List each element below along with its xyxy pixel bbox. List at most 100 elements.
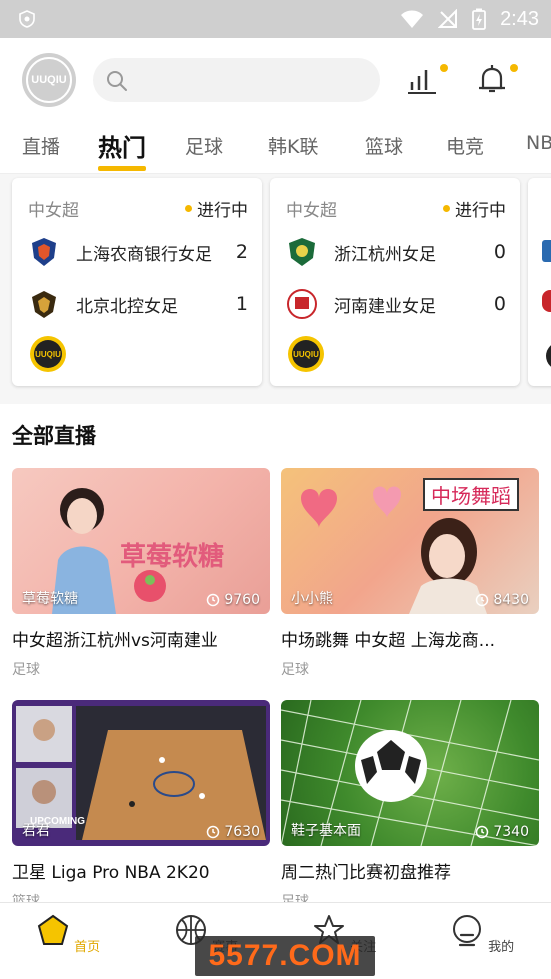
team-crest-icon xyxy=(32,291,56,318)
view-count-value: 9760 xyxy=(224,592,260,608)
nav-label: 首页 xyxy=(74,940,101,955)
logo-text: UUQIU xyxy=(26,57,72,103)
away-team-row: 北京北控女足 1 xyxy=(28,284,248,324)
match-card[interactable]: 中女超 进行中 浙江杭州女足 0 河南建业女足 0 UUQIU xyxy=(270,178,520,386)
team-crest-icon xyxy=(542,290,551,312)
app-badge-icon: UUQIU xyxy=(288,336,324,372)
home-team-score: 2 xyxy=(235,241,248,263)
streamer-name: 小小熊 xyxy=(291,591,333,607)
match-league: 中女超 xyxy=(286,201,337,221)
thumbnail-overlay-text: 草莓软糖 xyxy=(120,542,225,572)
view-count: 9760 xyxy=(206,592,260,608)
stream-category: 足球 xyxy=(281,662,309,678)
section-title: 全部直播 xyxy=(12,424,96,448)
team-crest-icon xyxy=(287,289,317,319)
wifi-icon xyxy=(401,10,424,28)
view-count-value: 8430 xyxy=(493,592,529,608)
app-header: UUQIU xyxy=(0,38,551,120)
match-cards-strip: 中女超 进行中 上海农商银行女足 2 北京北控女足 1 UUQIU 中女超 进行… xyxy=(0,174,551,404)
team-crest-icon xyxy=(542,240,551,262)
tab-football[interactable]: 足球 xyxy=(185,132,223,159)
nav-profile[interactable]: 我的 xyxy=(442,913,522,955)
tab-basketball[interactable]: 篮球 xyxy=(365,132,403,159)
viewers-icon xyxy=(207,825,220,839)
app-badge-icon: UUQIU xyxy=(30,336,66,372)
home-team-row: 上海农商银行女足 2 xyxy=(28,232,248,272)
app-logo[interactable]: UUQIU xyxy=(22,53,76,107)
status-time: 2:43 xyxy=(500,7,539,30)
view-count: 7630 xyxy=(206,824,260,840)
live-stream-card[interactable]: 草莓软糖 草莓软糖 9760 中女超浙江杭州vs河南建业 足球 xyxy=(12,468,270,679)
notifications-button[interactable] xyxy=(475,62,518,98)
home-team-score: 0 xyxy=(493,241,506,263)
away-team-name: 北京北控女足 xyxy=(76,296,178,317)
match-card-partial[interactable] xyxy=(528,178,551,386)
live-stream-card[interactable]: 鞋子基本面 7340 周二热门比赛初盘推荐 足球 xyxy=(281,700,539,911)
stats-button[interactable] xyxy=(406,62,448,98)
app-badge-icon xyxy=(546,342,551,370)
view-count: 8430 xyxy=(475,592,529,608)
home-team-name: 浙江杭州女足 xyxy=(334,244,436,265)
app-root: 2:43 UUQIU 直播 热门 足球 韩K联 篮球 电竞 NBA 中女超 xyxy=(0,0,551,979)
tab-nba[interactable]: NBA xyxy=(526,132,551,154)
home-team-name: 上海农商银行女足 xyxy=(76,244,212,265)
streamer-name: 草莓软糖 xyxy=(22,591,78,607)
streamer-name: 君君 xyxy=(22,823,50,839)
stream-thumbnail: 草莓软糖 草莓软糖 9760 xyxy=(12,468,270,614)
viewers-icon xyxy=(207,593,220,607)
stats-notification-dot xyxy=(440,64,448,72)
away-team-name: 河南建业女足 xyxy=(334,296,436,317)
nav-label: 我的 xyxy=(488,940,515,955)
profile-icon xyxy=(452,915,481,947)
match-status-text: 进行中 xyxy=(197,201,248,221)
search-bar[interactable] xyxy=(93,58,380,102)
view-count-value: 7630 xyxy=(224,824,260,840)
home-team-row: 浙江杭州女足 0 xyxy=(286,232,506,272)
category-tabs: 直播 热门 足球 韩K联 篮球 电竞 NBA xyxy=(0,120,551,174)
live-stream-card[interactable]: UPCOMING 君君 7630 卫星 Liga Pro NBA 2K20 篮球 xyxy=(12,700,270,911)
stream-thumbnail: 鞋子基本面 7340 xyxy=(281,700,539,846)
live-stream-card[interactable]: 中场舞蹈 小小熊 8430 中场跳舞 中女超 上海龙商... 足球 xyxy=(281,468,539,679)
stream-title: 卫星 Liga Pro NBA 2K20 xyxy=(12,863,210,883)
tab-hot[interactable]: 热门 xyxy=(98,128,146,163)
search-icon xyxy=(107,71,127,91)
away-team-score: 1 xyxy=(235,293,248,315)
no-signal-icon xyxy=(438,9,458,28)
match-card[interactable]: 中女超 进行中 上海农商银行女足 2 北京北控女足 1 UUQIU xyxy=(12,178,262,386)
shield-icon xyxy=(19,10,35,28)
tab-live[interactable]: 直播 xyxy=(22,132,60,159)
match-status: 进行中 xyxy=(185,196,248,221)
match-status-text: 进行中 xyxy=(455,201,506,221)
streamer-name: 鞋子基本面 xyxy=(291,823,361,839)
match-status: 进行中 xyxy=(443,196,506,221)
watermark-text: 5577.COM xyxy=(208,939,362,972)
home-icon xyxy=(37,914,69,945)
match-league: 中女超 xyxy=(28,201,79,221)
tab-k-league[interactable]: 韩K联 xyxy=(268,132,318,159)
away-team-row: 河南建业女足 0 xyxy=(286,284,506,324)
view-count: 7340 xyxy=(475,824,529,840)
site-watermark: 5577.COM xyxy=(195,936,375,976)
team-crest-icon xyxy=(32,238,56,266)
stream-thumbnail: 中场舞蹈 小小熊 8430 xyxy=(281,468,539,614)
away-team-score: 0 xyxy=(493,293,506,315)
stream-title: 周二热门比赛初盘推荐 xyxy=(281,863,451,883)
bell-notification-dot xyxy=(510,64,518,72)
bar-chart-icon xyxy=(408,70,436,94)
stream-thumbnail: UPCOMING 君君 7630 xyxy=(12,700,270,846)
team-crest-icon xyxy=(289,238,315,266)
active-tab-indicator xyxy=(98,166,146,171)
view-count-value: 7340 xyxy=(493,824,529,840)
status-bar: 2:43 xyxy=(0,0,551,38)
badge-logo-text: UUQIU xyxy=(292,340,320,368)
live-dot xyxy=(185,205,192,212)
stream-title: 中女超浙江杭州vs河南建业 xyxy=(12,631,218,651)
stream-category: 足球 xyxy=(12,662,40,678)
viewers-icon xyxy=(476,593,489,607)
battery-charging-icon xyxy=(472,8,486,30)
nav-home[interactable]: 首页 xyxy=(28,913,108,955)
thumbnail-overlay-text: 中场舞蹈 xyxy=(423,478,519,511)
badge-logo-text: UUQIU xyxy=(34,340,62,368)
tab-esports[interactable]: 电竞 xyxy=(446,132,484,159)
stream-title: 中场跳舞 中女超 上海龙商... xyxy=(281,631,496,651)
